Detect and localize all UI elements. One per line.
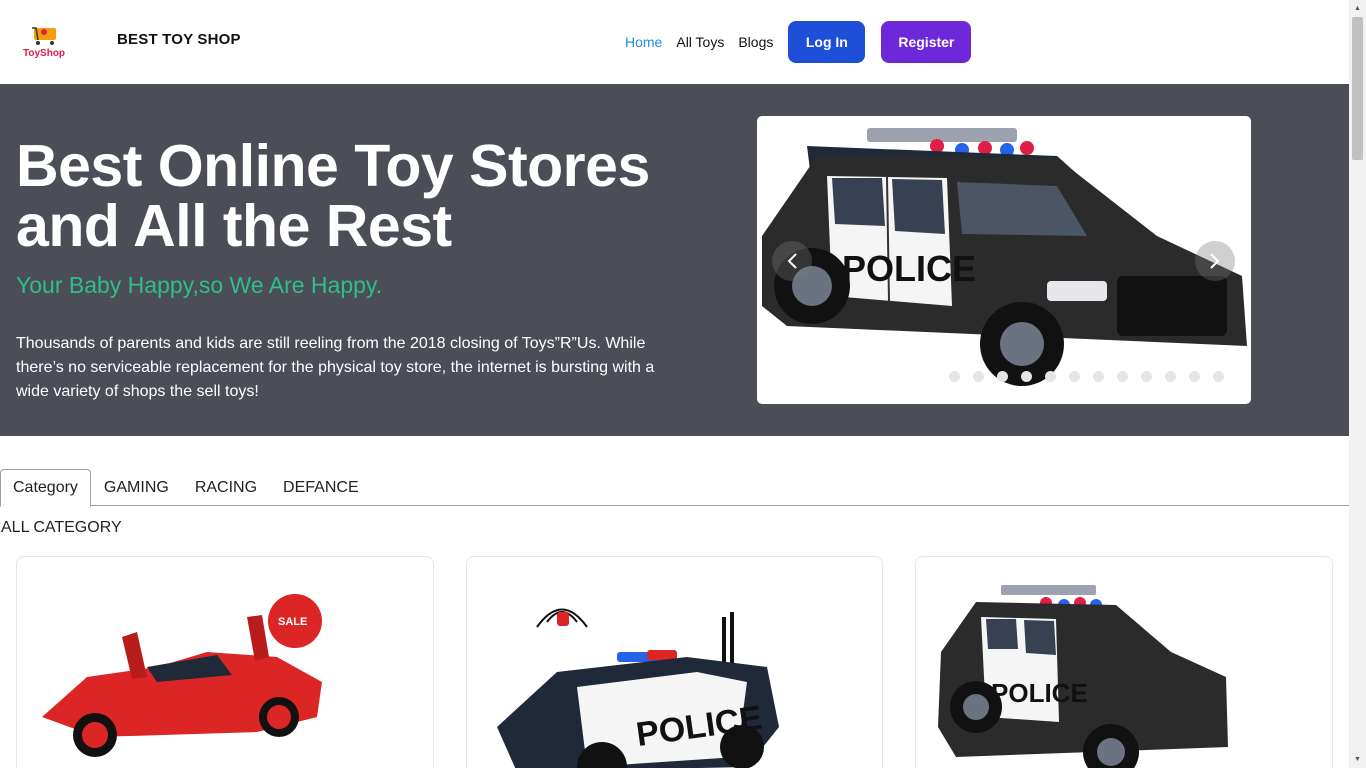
hero-description: Thousands of parents and kids are still … (16, 335, 655, 400)
brand-name: BEST TOY SHOP (117, 31, 241, 48)
carousel-dot[interactable] (1045, 371, 1056, 382)
police-suv-image: POLICE (938, 585, 1228, 768)
login-button[interactable]: Log In (788, 21, 866, 63)
nav-home[interactable]: Home (625, 34, 662, 50)
tab-racing[interactable]: RACING (182, 469, 270, 506)
carousel-dot[interactable] (1189, 371, 1200, 382)
carousel-dot[interactable] (1069, 371, 1080, 382)
chevron-right-icon (1210, 253, 1220, 269)
carousel-dot[interactable] (997, 371, 1008, 382)
carousel-dot[interactable] (1213, 371, 1224, 382)
carousel-prev-button[interactable] (772, 241, 812, 281)
product-card[interactable]: POLICE (466, 556, 883, 768)
scroll-up-arrow-icon[interactable]: ▲ (1349, 0, 1366, 17)
tab-gaming[interactable]: GAMING (91, 469, 182, 506)
carousel-dot[interactable] (973, 371, 984, 382)
category-tabs: Category GAMING RACING DEFANCE (0, 469, 1349, 507)
product-card[interactable]: SALE (16, 556, 434, 768)
red-ride-on-car-image: SALE (42, 594, 322, 757)
carousel-dot[interactable] (1141, 371, 1152, 382)
carousel-dot[interactable] (1093, 371, 1104, 382)
main-nav: Home All Toys Blogs Log In Register (625, 21, 972, 63)
tab-defance[interactable]: DEFANCE (270, 469, 372, 506)
nav-blogs[interactable]: Blogs (738, 34, 773, 50)
scroll-thumb[interactable] (1352, 17, 1363, 160)
scroll-down-arrow-icon[interactable]: ▼ (1349, 751, 1366, 768)
carousel-dot[interactable] (949, 371, 960, 382)
page-scrollbar[interactable]: ▲ ▼ (1349, 0, 1366, 768)
police-car-image: POLICE (497, 608, 779, 768)
tab-category[interactable]: Category (0, 469, 91, 507)
hero-title: Best Online Toy Stores and All the Rest (16, 133, 650, 259)
hero-subtitle: Your Baby Happy,so We Are Happy. (16, 272, 383, 298)
carousel-dots (949, 371, 1237, 382)
police-suv-image: POLICE (762, 128, 1247, 386)
hero-banner: Best Online Toy Stores and All the Rest … (0, 84, 1349, 436)
product-card[interactable]: POLICE (915, 556, 1333, 768)
sale-badge: SALE (278, 616, 307, 628)
logo[interactable]: ToyShop (22, 22, 70, 62)
logo-text: ToyShop (23, 48, 65, 59)
toyshop-logo-icon: ToyShop (23, 27, 65, 59)
carousel-dot[interactable] (1117, 371, 1128, 382)
police-text: POLICE (991, 678, 1088, 708)
carousel-next-button[interactable] (1195, 241, 1235, 281)
nav-all-toys[interactable]: All Toys (676, 34, 724, 50)
section-label: ALL CATEGORY (1, 519, 122, 536)
image-carousel: POLICE (757, 116, 1251, 404)
carousel-dot[interactable] (1165, 371, 1176, 382)
site-header: ToyShop BEST TOY SHOP Home All Toys Blog… (0, 0, 1349, 84)
carousel-dot[interactable] (1021, 371, 1032, 382)
register-button[interactable]: Register (881, 21, 972, 63)
chevron-left-icon (787, 253, 797, 269)
police-text: POLICE (842, 248, 976, 289)
